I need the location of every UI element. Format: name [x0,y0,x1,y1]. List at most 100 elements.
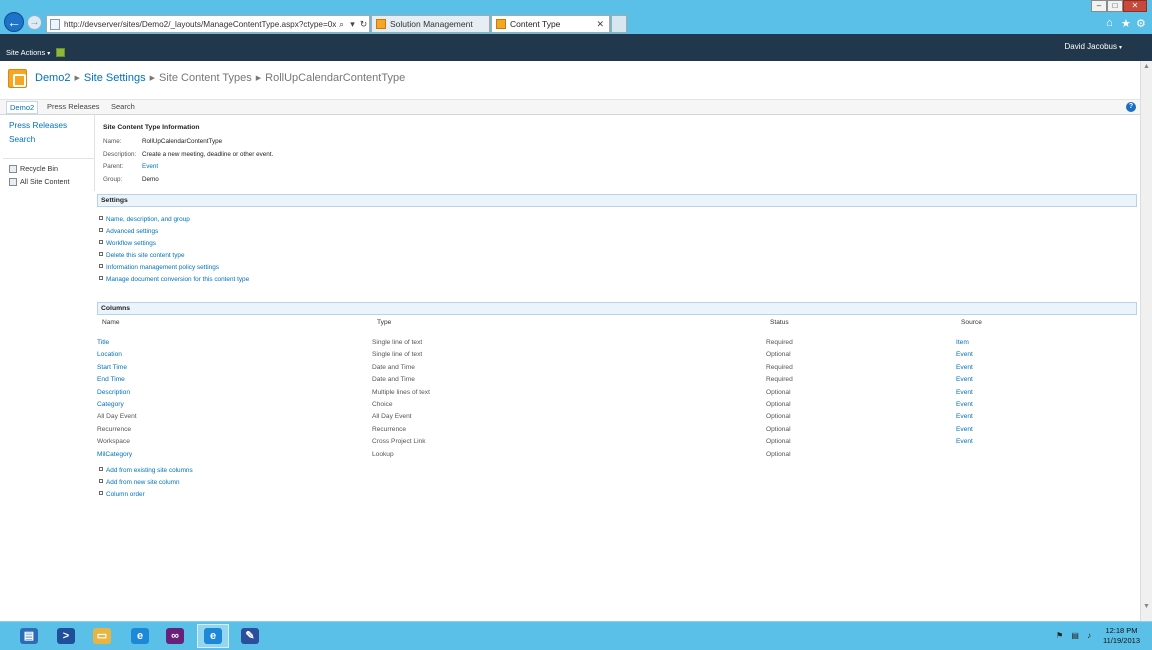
scroll-down-icon[interactable]: ▼ [1143,603,1150,610]
scroll-up-icon[interactable]: ▲ [1143,63,1150,70]
column-order-link[interactable]: Column order [99,491,145,498]
column-source-cell[interactable]: Event [956,426,973,433]
column-name-cell[interactable]: Location [97,351,122,358]
column-name-cell[interactable]: Description [97,389,130,396]
tab-solution-management[interactable]: Solution Management [371,15,490,33]
taskbar-button-internet-explorer[interactable]: e [124,624,156,648]
table-row: Location Single line of text Optional Event [97,351,1137,363]
minimize-button[interactable]: – [1091,0,1107,12]
address-bar[interactable]: http://devserver/sites/Demo2/_layouts/Ma… [46,15,370,33]
column-name-cell: All Day Event [97,413,137,421]
taskbar-button-server-manager[interactable]: ▤ [13,624,45,648]
column-source-cell[interactable]: Event [956,364,973,371]
column-name-cell[interactable]: MilCategory [97,451,132,458]
action-link-label: Add from new site column [106,479,180,486]
column-name-cell[interactable]: End Time [97,376,125,383]
user-menu[interactable]: David Jacobus ▾ [1065,42,1123,51]
column-source-cell[interactable]: Event [956,438,973,445]
column-source-cell[interactable]: Event [956,401,973,408]
paint-app-icon: ✎ [241,628,259,644]
add-existing-column-link[interactable]: Add from existing site columns [99,467,193,474]
refresh-icon[interactable]: ↻ [358,19,369,30]
bullet-icon [99,240,103,244]
left-navigation: Press Releases Search Recycle Bin All Si… [3,115,95,191]
taskbar-button-powershell[interactable]: > [50,624,82,648]
column-header-type: Type [377,319,392,326]
info-name-row: Name: RollUpCalendarContentType [103,138,222,145]
close-icon[interactable]: ✕ [596,19,604,30]
taskbar-button-internet-explorer-2[interactable]: e [197,624,229,648]
vertical-scrollbar[interactable]: ▲ ▼ [1140,61,1152,621]
column-status-cell: Required [766,339,793,346]
action-link-label: Column order [106,491,145,498]
settings-link-delete[interactable]: Delete this site content type [99,252,185,259]
breadcrumb-site-settings[interactable]: Site Settings [84,72,146,84]
site-logo-icon[interactable] [8,69,27,88]
back-button[interactable]: ← [4,12,24,32]
column-name-cell[interactable]: Title [97,339,109,346]
restore-button[interactable]: □ [1107,0,1123,12]
settings-link-workflow[interactable]: Workflow settings [99,240,156,247]
system-tray-icons[interactable]: ⚑ ▤ ♪ [1056,631,1094,640]
taskbar-button-file-explorer[interactable]: ▭ [86,624,118,648]
help-icon[interactable]: ? [1126,102,1136,112]
navigate-up-icon[interactable] [56,48,65,57]
leftnav-item-press-releases[interactable]: Press Releases [9,120,67,130]
clock[interactable]: 12:18 PM 11/19/2013 [1103,626,1140,646]
chevron-down-icon: ▾ [1118,45,1122,51]
recycle-bin-link[interactable]: Recycle Bin [9,164,58,173]
browser-frame: – □ ✕ ← → http://devserver/sites/Demo2/_… [0,0,1152,34]
leftnav-item-search[interactable]: Search [9,134,35,144]
column-type-cell: Recurrence [372,425,407,433]
favorites-icon[interactable]: ★ [1121,17,1131,30]
add-new-column-link[interactable]: Add from new site column [99,479,180,486]
clock-time: 12:18 PM [1105,626,1138,635]
column-status-cell: Optional [766,450,791,458]
settings-link-policy[interactable]: Information management policy settings [99,264,219,271]
site-actions-label: Site Actions [6,48,46,57]
bullet-icon [99,276,103,280]
chevron-down-icon[interactable]: ▾ [347,19,358,30]
recycle-bin-label: Recycle Bin [20,164,58,173]
address-url[interactable]: http://devserver/sites/Demo2/_layouts/Ma… [64,20,336,29]
page-icon [50,18,60,30]
column-source-cell[interactable]: Event [956,413,973,420]
close-window-button[interactable]: ✕ [1123,0,1147,12]
user-name: David Jacobus [1064,42,1117,51]
table-row: Category Choice Optional Event [97,401,1137,413]
column-source-cell[interactable]: Event [956,351,973,358]
site-actions-menu[interactable]: Site Actions ▾ [6,48,50,57]
home-icon[interactable]: ⌂ [1106,17,1113,29]
column-type-cell: Date and Time [372,376,415,384]
search-icon[interactable]: ⌕ [336,19,347,30]
taskbar-button-visual-studio[interactable]: ∞ [159,624,191,648]
bullet-icon [99,216,103,220]
settings-link-label: Advanced settings [106,228,159,235]
topnav-item-search[interactable]: Search [111,102,135,111]
column-type-cell: Choice [372,401,393,408]
breadcrumb: Demo2 ▶ Site Settings ▶ Site Content Types ▶ R… [35,72,405,84]
breadcrumb-separator-icon: ▶ [255,75,262,82]
column-name-cell[interactable]: Category [97,401,124,408]
forward-button[interactable]: → [27,15,42,30]
all-site-content-link[interactable]: All Site Content [9,177,70,186]
parent-link[interactable]: Event [142,163,158,170]
topnav-item-press-releases[interactable]: Press Releases [47,102,100,111]
action-link-label: Add from existing site columns [106,467,193,474]
taskbar-button-paint-app[interactable]: ✎ [234,624,266,648]
column-source-cell[interactable]: Item [956,339,969,346]
table-row: Start Time Date and Time Required Event [97,364,1137,376]
gear-icon[interactable]: ⚙ [1136,17,1146,30]
settings-link-document-conversion[interactable]: Manage document conversion for this cont… [99,276,249,283]
tab-content-type[interactable]: Content Type ✕ [491,15,610,33]
new-tab-button[interactable] [611,15,627,33]
topnav-item-demo2[interactable]: Demo2 [6,101,39,114]
settings-link-advanced[interactable]: Advanced settings [99,228,158,235]
settings-link-name-description[interactable]: Name, description, and group [99,216,190,223]
column-source-cell[interactable]: Event [956,376,973,383]
column-name-cell[interactable]: Start Time [97,364,127,371]
column-type-cell: All Day Event [372,413,412,421]
breadcrumb-site[interactable]: Demo2 [35,72,70,84]
column-source-cell[interactable]: Event [956,389,973,396]
recycle-bin-icon [9,164,17,173]
